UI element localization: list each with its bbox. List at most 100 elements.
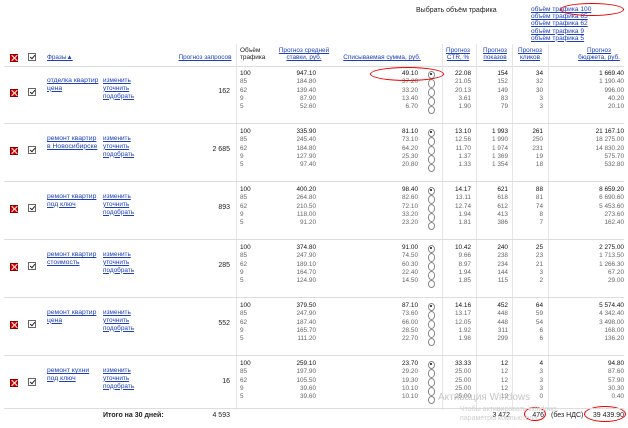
traffic-radio[interactable]	[427, 360, 435, 369]
traffic-radio[interactable]	[427, 244, 435, 253]
traffic-radio[interactable]	[427, 387, 435, 396]
ctr-header[interactable]: Прогноз CTR, %	[444, 47, 472, 61]
refine-link[interactable]: уточнить	[103, 85, 134, 93]
cell-value: 40.20	[608, 94, 624, 102]
traffic-radio[interactable]	[427, 146, 435, 155]
traffic-radio[interactable]	[427, 222, 435, 231]
cell-value: 261	[532, 128, 543, 135]
traffic-radio[interactable]	[427, 186, 435, 195]
row-checkbox[interactable]	[28, 146, 36, 154]
phrase-actions: изменить уточнить подобрать	[103, 135, 134, 158]
row-checkbox[interactable]	[28, 320, 36, 328]
refine-link[interactable]: уточнить	[103, 143, 134, 151]
sub-column: 1 669.40 1 190.40 996.00 40.20 20.10	[574, 70, 624, 111]
cell-value: 1.94	[458, 268, 471, 276]
cell-value: 87.60	[608, 368, 624, 376]
traffic-radio[interactable]	[427, 396, 435, 405]
refine-link[interactable]: уточнить	[103, 201, 134, 209]
sub-column: 5 574.40 4 342.40 3 498.00 168.00 136.20	[574, 302, 624, 343]
traffic-radio[interactable]	[427, 164, 435, 173]
change-link[interactable]: изменить	[103, 135, 134, 143]
pick-link[interactable]: подобрать	[103, 151, 134, 159]
sub-column: 100 85 62 9 5	[240, 128, 258, 169]
phrase-link[interactable]: ремонт квартир стоимость	[47, 251, 99, 267]
sort-phrases-header[interactable]: Фразы▲	[47, 54, 73, 61]
cell-value: 7	[539, 219, 543, 227]
delete-row-icon[interactable]	[10, 205, 18, 213]
delete-row-icon[interactable]	[10, 379, 18, 387]
phrase-link[interactable]: ремонт квартир в Новосибирске	[47, 135, 99, 151]
traffic-radio[interactable]	[427, 155, 435, 164]
clicks-header[interactable]: Прогноз кликов	[516, 47, 544, 61]
budget-header[interactable]: Прогноз бюджета, руб.	[574, 47, 624, 61]
change-link[interactable]: изменить	[103, 251, 134, 259]
sub-column: 259.10 197.90 105.50 39.60 39.60	[276, 360, 316, 401]
delete-row-icon[interactable]	[10, 321, 18, 329]
row-checkbox[interactable]	[28, 378, 36, 386]
phrase-link[interactable]: ремонт кухни под ключ	[47, 367, 99, 383]
traffic-radio[interactable]	[427, 213, 435, 222]
traffic-radio[interactable]	[427, 262, 435, 271]
traffic-radio[interactable]	[427, 128, 435, 137]
traffic-option-5[interactable]: объём трафика 5	[531, 35, 591, 42]
traffic-radio[interactable]	[427, 369, 435, 378]
traffic-radio[interactable]	[427, 320, 435, 329]
cell-value: 25.00	[455, 368, 471, 376]
requests-header[interactable]: Прогноз запросов	[176, 54, 234, 61]
phrase-link[interactable]: ремонт квартир под ключ	[47, 193, 99, 209]
traffic-radio[interactable]	[427, 79, 435, 88]
row-divider	[4, 181, 624, 182]
row-checkbox[interactable]	[28, 262, 36, 270]
delete-row-icon[interactable]	[10, 89, 18, 97]
cell-value: 1 354	[492, 161, 508, 169]
select-all-checkbox[interactable]	[28, 53, 36, 61]
impressions-header[interactable]: Прогноз показов	[480, 47, 510, 61]
traffic-radio[interactable]	[427, 329, 435, 338]
cell-value: 3	[539, 268, 543, 276]
change-link[interactable]: изменить	[103, 77, 134, 85]
avg-bid-header[interactable]: Прогноз средней ставки, руб.	[272, 47, 336, 61]
delete-row-icon[interactable]	[10, 263, 18, 271]
highlight-oval	[560, 3, 624, 16]
traffic-radio[interactable]	[427, 253, 435, 262]
phrase-link[interactable]: ремонт квартир цена	[47, 309, 99, 325]
row-checkbox[interactable]	[28, 88, 36, 96]
cell-value: 39.60	[300, 384, 316, 392]
delete-row-icon[interactable]	[10, 147, 18, 155]
pick-link[interactable]: подобрать	[103, 209, 134, 217]
spend-header[interactable]: Списываемая сумма, руб.	[342, 54, 422, 61]
traffic-radio[interactable]	[427, 137, 435, 146]
cell-value: 5	[240, 103, 244, 111]
row-checkbox[interactable]	[28, 204, 36, 212]
refine-link[interactable]: уточнить	[103, 317, 134, 325]
cell-value: 67.20	[608, 268, 624, 276]
traffic-option-62[interactable]: объём трафика 62	[531, 20, 591, 27]
cell-value: 5 574.40	[599, 302, 624, 309]
traffic-radio[interactable]	[427, 378, 435, 387]
cell-value: 1.37	[458, 152, 471, 160]
traffic-radio[interactable]	[427, 280, 435, 289]
pick-link[interactable]: подобрать	[103, 93, 134, 101]
refine-link[interactable]: уточнить	[103, 375, 134, 383]
traffic-radio[interactable]	[427, 271, 435, 280]
change-link[interactable]: изменить	[103, 367, 134, 375]
traffic-radio[interactable]	[427, 302, 435, 311]
cell-value: 238	[497, 252, 508, 260]
change-link[interactable]: изменить	[103, 309, 134, 317]
traffic-radio[interactable]	[427, 204, 435, 213]
traffic-radio[interactable]	[427, 311, 435, 320]
cell-value: 400.20	[296, 186, 316, 193]
traffic-radio[interactable]	[427, 88, 435, 97]
traffic-radio[interactable]	[427, 97, 435, 106]
pick-link[interactable]: подобрать	[103, 267, 134, 275]
change-link[interactable]: изменить	[103, 193, 134, 201]
refine-link[interactable]: уточнить	[103, 259, 134, 267]
delete-all-icon[interactable]	[10, 54, 18, 62]
traffic-option-9[interactable]: объём трафика 9	[531, 28, 591, 35]
traffic-radio[interactable]	[427, 106, 435, 115]
phrase-link[interactable]: отделка квартир цена	[47, 77, 99, 93]
traffic-radio[interactable]	[427, 338, 435, 347]
pick-link[interactable]: подобрать	[103, 325, 134, 333]
pick-link[interactable]: подобрать	[103, 383, 134, 391]
traffic-radio[interactable]	[427, 195, 435, 204]
